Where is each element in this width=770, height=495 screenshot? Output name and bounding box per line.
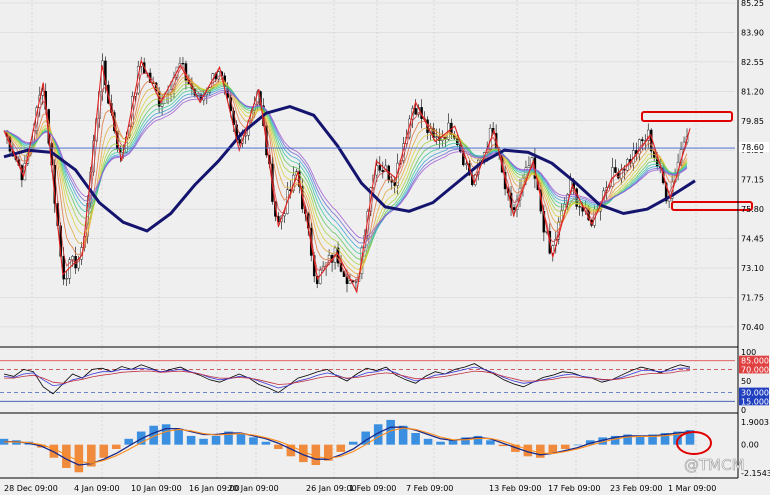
date-tick-label: 28 Dec 09:00 <box>4 484 58 493</box>
date-tick-label: 4 Jan 09:00 <box>74 484 120 493</box>
date-tick-label: 23 Feb 09:00 <box>610 484 662 493</box>
macd-bar <box>199 438 208 445</box>
date-axis: 28 Dec 09:00 4 Jan 09:00 10 Jan 09:00 16 Ja… <box>4 484 716 493</box>
candle-body <box>641 139 644 142</box>
macd-bar <box>536 444 545 458</box>
forex-chart-window[interactable]: @TMCM 85.2583.9082.5581.2079.8578.5077.1… <box>0 0 770 495</box>
macd-tick-label: -2.1543 <box>741 469 770 478</box>
oscillator-tick-label: 50 <box>741 377 751 386</box>
candle-body <box>354 281 358 283</box>
candle-body <box>512 207 516 210</box>
price-tick-label: 74.45 <box>741 235 764 244</box>
macd-bar <box>111 444 121 450</box>
oscillator-tick-label: 15.0000 <box>741 397 770 406</box>
candle-body <box>527 165 531 168</box>
candle-body <box>283 213 286 217</box>
candle-body <box>348 280 352 284</box>
macd-bar <box>74 444 84 473</box>
macd-bar <box>423 438 433 445</box>
price-tick-label: 85.25 <box>741 0 764 8</box>
candle-body <box>62 256 65 280</box>
macd-bar <box>336 444 346 452</box>
macd-tick-label: 1.9003 <box>741 418 769 427</box>
macd-bar <box>573 444 583 446</box>
date-tick-label: 7 Feb 09:00 <box>406 484 453 493</box>
candle-body <box>65 278 68 280</box>
price-tick-label: 73.10 <box>741 264 764 273</box>
macd-tick-label: 0.00 <box>741 441 759 450</box>
macd-bar <box>436 441 445 445</box>
candle-body <box>181 63 185 65</box>
date-tick-label: 13 Feb 09:00 <box>489 484 541 493</box>
candle-body <box>465 163 468 166</box>
macd-bar <box>236 433 246 445</box>
price-tick-label: 81.20 <box>741 87 764 96</box>
macd-bar <box>211 435 221 445</box>
macd-bar <box>99 444 109 458</box>
macd-bar <box>411 433 420 445</box>
candle-body <box>614 167 617 173</box>
macd-bar <box>486 440 495 445</box>
date-tick-label: 10 Jan 09:00 <box>131 484 182 493</box>
macd-bar <box>560 444 570 450</box>
oscillator-tick-label: 0 <box>741 406 746 415</box>
watermark-text: @TMCM <box>684 456 745 474</box>
date-tick-label: 17 Feb 09:00 <box>548 484 600 493</box>
candle-body <box>375 165 379 176</box>
oscillator-tick-label: 85.0000 <box>741 357 770 366</box>
candle-body <box>378 165 382 171</box>
price-tick-label: 75.80 <box>741 205 764 214</box>
date-tick-label: 20 Jan 09:00 <box>228 484 279 493</box>
macd-bar <box>174 428 183 445</box>
price-tick-label: 70.40 <box>741 323 764 332</box>
candle-body <box>578 206 581 208</box>
macd-bar <box>348 441 358 445</box>
macd-bar <box>249 437 258 445</box>
date-tick-label: 1 Feb 09:00 <box>349 484 396 493</box>
price-tick-label: 83.90 <box>741 28 764 37</box>
current-price-tag: 78.60 <box>739 142 769 152</box>
oscillator-tick-label: 70.0000 <box>741 365 770 374</box>
candle-body <box>41 91 45 96</box>
chart-background <box>0 0 770 495</box>
macd-bar <box>186 435 196 445</box>
price-tick-label: 82.55 <box>741 58 764 67</box>
candle-body <box>414 108 417 115</box>
price-tick-label: 77.15 <box>741 176 764 185</box>
oscillator-tick-label: 100 <box>741 348 756 357</box>
svg-text:78.60: 78.60 <box>741 143 764 152</box>
price-tick-label: 71.75 <box>741 293 764 302</box>
macd-bar <box>261 441 271 445</box>
price-tick-label: 79.85 <box>741 117 764 126</box>
candle-body <box>435 136 438 138</box>
oscillator-tick-label: 30.0000 <box>741 389 770 398</box>
candle-body <box>238 139 241 144</box>
date-tick-label: 1 Mar 09:00 <box>668 484 716 493</box>
macd-bar <box>161 424 171 445</box>
macd-bar <box>635 435 645 445</box>
